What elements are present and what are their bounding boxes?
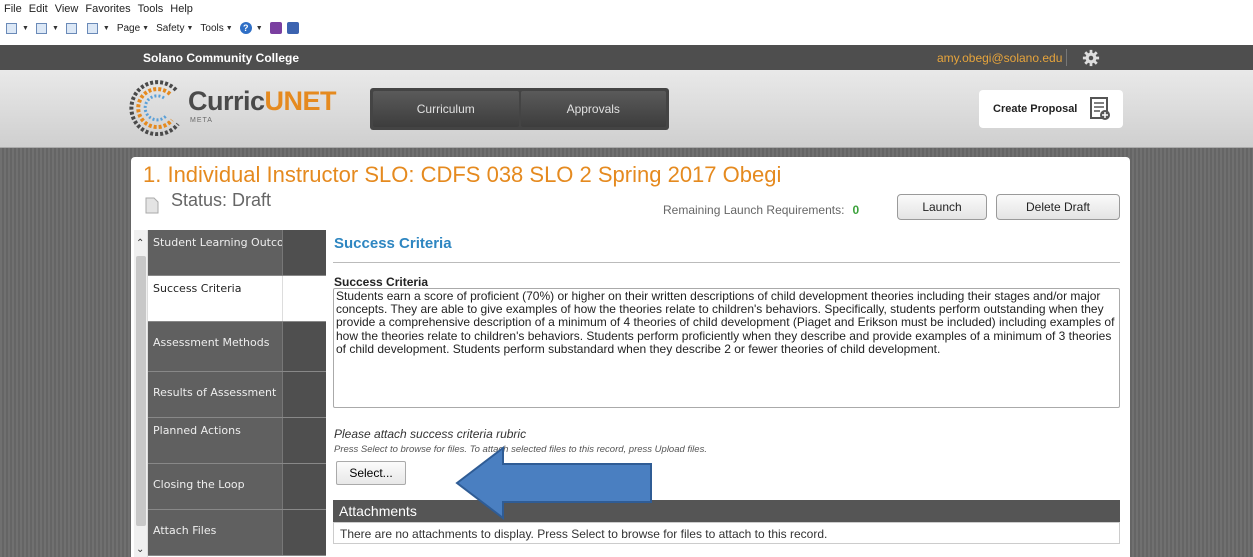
addon-icon-2 [286,22,299,34]
document-icon [145,197,159,214]
menu-file[interactable]: File [4,3,22,15]
user-email-link[interactable]: amy.obegi@solano.edu [937,51,1062,65]
main-nav: Curriculum Approvals [370,88,669,130]
record-status: Status: Draft [171,190,272,210]
addon-icon [269,22,282,34]
logo-text-main: Curric [188,86,265,116]
print-button[interactable]: ▼ [86,22,110,34]
sidebar-item-closing-the-loop[interactable]: Closing the Loop [148,464,326,510]
help-icon: ? [239,22,252,34]
annotation-arrow-icon [455,446,652,520]
attachments-header: Attachments [333,500,1120,522]
menu-view[interactable]: View [55,3,79,15]
logo-subtext: META [190,117,213,124]
college-name: Solano Community College [143,51,300,65]
sidebar-scrollbar[interactable]: ⌃ ⌄ [134,230,148,557]
logo-swirl-icon [129,80,180,137]
sidebar-item-student-learning-outcome[interactable]: Student Learning Outcome [148,230,326,276]
chevron-up-icon[interactable]: ⌃ [136,238,144,249]
section-title: Success Criteria [334,235,452,252]
tools-menu[interactable]: Tools ▼ [200,23,232,34]
section-divider [333,262,1120,263]
addon-buttons[interactable] [269,22,304,34]
success-criteria-textarea[interactable]: Students earn a score of proficient (70%… [333,288,1120,408]
feeds-button[interactable]: ▼ [35,22,59,34]
menu-favorites[interactable]: Favorites [85,3,130,15]
help-button[interactable]: ? ▼ [239,22,263,34]
sidebar-item-results-of-assessment[interactable]: Results of Assessment [148,372,326,418]
menu-help[interactable]: Help [170,3,193,15]
feeds-icon [35,22,47,34]
sidebar-item-success-criteria[interactable]: Success Criteria [148,276,326,322]
home-button[interactable]: ▼ [6,22,29,34]
page-menu[interactable]: Page ▼ [117,23,149,34]
top-bar: Solano Community College amy.obegi@solan… [0,45,1253,70]
create-proposal-button[interactable]: Create Proposal [979,90,1123,128]
divider [1066,49,1067,66]
remaining-requirements: Remaining Launch Requirements: 0 [663,203,859,217]
remaining-count: 0 [852,203,860,217]
record-title: 1. Individual Instructor SLO: CDFS 038 S… [143,162,782,187]
attachments-empty-message: There are no attachments to display. Pre… [333,522,1120,544]
ie-command-bar: ▼ ▼ ▼ Page ▼ Safety ▼ Tools ▼ ? ▼ [0,18,1253,38]
mail-button[interactable] [65,22,80,34]
nav-approvals[interactable]: Approvals [520,91,666,127]
sidebar-item-attach-files[interactable]: Attach Files [148,510,326,556]
app-header: CurricUNET META Curriculum Approvals Cre… [0,70,1253,148]
menu-edit[interactable]: Edit [29,3,48,15]
remaining-label: Remaining Launch Requirements: [663,203,845,217]
new-document-icon [1090,97,1110,120]
nav-curriculum[interactable]: Curriculum [373,91,519,127]
attach-rubric-label: Please attach success criteria rubric [334,427,527,441]
gear-icon[interactable] [1082,49,1100,67]
section-sidebar: Student Learning Outcome Success Criteri… [148,230,326,557]
curricunet-logo[interactable]: CurricUNET META [128,80,337,137]
create-proposal-label: Create Proposal [993,103,1078,115]
mail-icon [65,22,77,34]
sidebar-item-planned-actions[interactable]: Planned Actions [148,418,326,464]
menu-tools[interactable]: Tools [138,3,164,15]
launch-button[interactable]: Launch [897,194,987,220]
chevron-down-icon[interactable]: ⌄ [136,544,144,555]
sidebar-item-assessment-methods[interactable]: Assessment Methods [148,322,326,372]
ie-menu-bar: File Edit View Favorites Tools Help [0,0,1253,18]
scrollbar-thumb[interactable] [136,256,146,526]
safety-menu[interactable]: Safety ▼ [156,23,193,34]
logo-text-accent: UNET [264,86,337,116]
select-files-button[interactable]: Select... [336,461,406,485]
home-icon [6,22,17,34]
delete-draft-button[interactable]: Delete Draft [996,194,1120,220]
print-icon [86,22,98,34]
success-criteria-label: Success Criteria [334,275,429,289]
